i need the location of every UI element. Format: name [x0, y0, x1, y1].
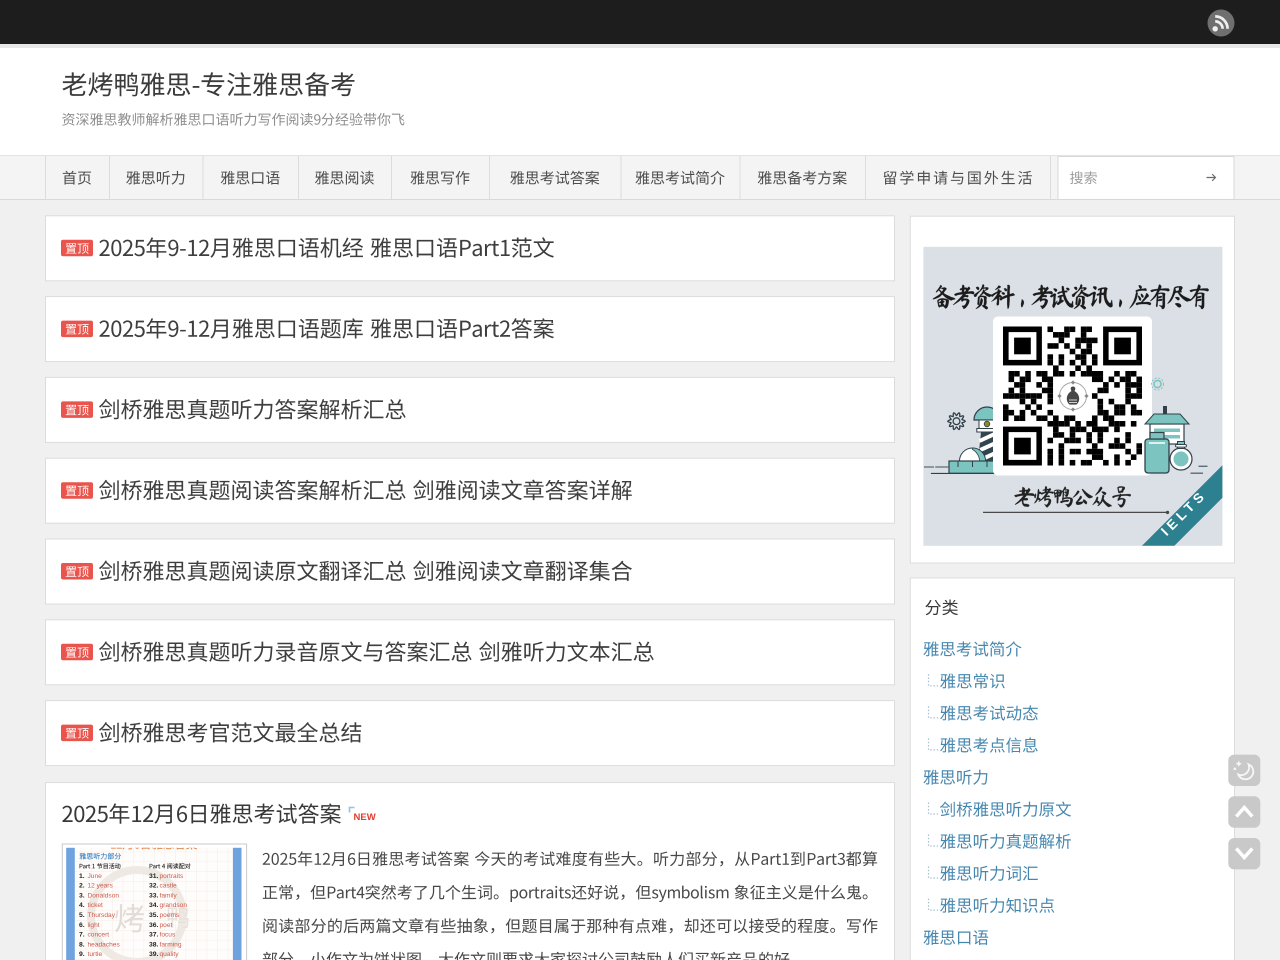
svg-text:32.: 32.	[149, 883, 159, 890]
svg-text:36.: 36.	[149, 922, 159, 929]
svg-text:Donaldson: Donaldson	[88, 892, 120, 899]
svg-text:farming: farming	[160, 941, 182, 948]
svg-text:33.: 33.	[149, 892, 159, 899]
svg-text:focus: focus	[160, 932, 176, 939]
svg-text:family: family	[160, 892, 178, 899]
svg-text:38.: 38.	[149, 941, 159, 948]
svg-text:5.: 5.	[79, 912, 85, 919]
svg-text:39.: 39.	[149, 951, 159, 958]
svg-text:3.: 3.	[79, 892, 85, 899]
svg-text:ticket: ticket	[88, 902, 104, 909]
svg-text:light: light	[88, 922, 100, 929]
svg-text:7.: 7.	[79, 932, 85, 939]
svg-text:9.: 9.	[79, 951, 85, 958]
svg-text:1.: 1.	[79, 873, 85, 880]
svg-text:12 years: 12 years	[88, 883, 114, 890]
svg-text:turtle: turtle	[88, 951, 103, 958]
svg-text:NEW: NEW	[354, 812, 376, 823]
svg-text:poet: poet	[160, 922, 173, 929]
svg-text:quality: quality	[160, 951, 180, 958]
svg-text:June: June	[88, 873, 103, 880]
svg-text:portraits: portraits	[160, 873, 185, 880]
svg-text:grandson: grandson	[160, 902, 188, 909]
svg-text:Thursday: Thursday	[88, 912, 116, 919]
svg-text:poems: poems	[160, 912, 180, 919]
svg-text:8.: 8.	[79, 941, 85, 948]
svg-text:2.: 2.	[79, 883, 85, 890]
svg-text:31.: 31.	[149, 873, 159, 880]
svg-text:concert: concert	[88, 932, 110, 939]
svg-text:6.: 6.	[79, 922, 85, 929]
svg-text:37.: 37.	[149, 932, 159, 939]
svg-text:headaches: headaches	[88, 941, 121, 948]
svg-text:4.: 4.	[79, 902, 85, 909]
svg-text:castle: castle	[160, 883, 178, 890]
svg-text:35.: 35.	[149, 912, 159, 919]
svg-text:34.: 34.	[149, 902, 159, 909]
